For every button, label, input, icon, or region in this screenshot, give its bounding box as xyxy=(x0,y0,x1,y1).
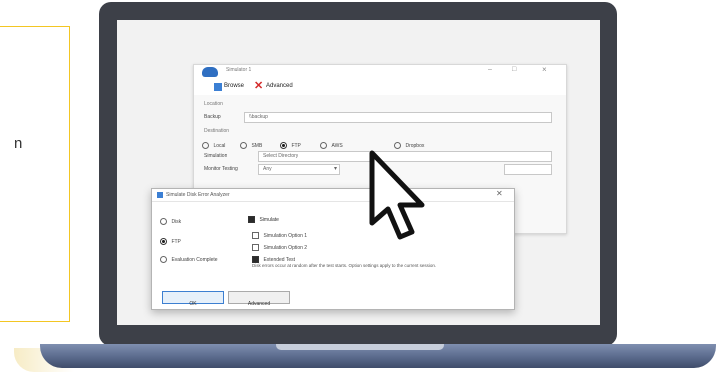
advanced-button[interactable]: Advanced xyxy=(266,83,293,89)
number-stepper[interactable] xyxy=(504,164,552,175)
radio-label: FTP xyxy=(291,142,301,149)
monitor-testing-dropdown[interactable]: Any ▾ xyxy=(258,164,340,175)
cancel-button-label: Advanced xyxy=(247,301,271,307)
minimize-button[interactable]: – xyxy=(488,66,492,73)
callout-box: n xyxy=(0,26,70,322)
monitor-testing-value: Any xyxy=(263,166,272,172)
dialog-close-button[interactable]: ✕ xyxy=(496,189,503,198)
cancel-button[interactable]: Advanced xyxy=(228,291,290,307)
laptop-hinge xyxy=(276,344,444,350)
location-section-label: Location xyxy=(204,101,223,107)
monitor-testing-label: Monitor Testing xyxy=(204,166,238,172)
dialog-option-label: FTP xyxy=(171,238,181,245)
browse-icon xyxy=(214,83,222,91)
dialog-app-icon xyxy=(157,192,163,198)
mouse-pointer-icon xyxy=(369,150,425,240)
browse-button[interactable]: Browse xyxy=(224,83,244,89)
maximize-button[interactable]: □ xyxy=(512,66,516,73)
dialog-title: Simulate Disk Error Analyzer xyxy=(166,192,230,198)
radio-label: AWS xyxy=(331,142,343,149)
dialog-option-disk[interactable]: Disk xyxy=(160,213,181,231)
radio-label: Local xyxy=(213,142,226,149)
backup-field[interactable]: \\backup xyxy=(244,112,552,123)
chevron-down-icon: ▾ xyxy=(333,166,337,172)
radio-icon xyxy=(160,218,167,226)
backup-window-titlebar: Simulator 1 – □ × xyxy=(194,65,566,79)
simulation-value: Select Directory xyxy=(263,153,299,159)
ok-button[interactable]: OK xyxy=(162,291,224,307)
radio-selected-icon xyxy=(280,142,287,150)
backup-field-label: Backup xyxy=(204,114,221,120)
radio-icon xyxy=(240,142,247,150)
ok-button-label: OK xyxy=(189,301,197,307)
dialog-option-evaluation[interactable]: Evaluation Complete xyxy=(160,251,218,269)
radio-icon xyxy=(320,142,327,150)
delete-x-icon: ✕ xyxy=(254,80,264,92)
dialog-right-option-label: Simulation Option 1 xyxy=(263,232,308,239)
radio-label: Dropbox xyxy=(405,142,425,149)
dialog-option-label: Disk xyxy=(171,218,182,225)
radio-icon xyxy=(202,142,209,150)
backup-toolbar: Browse ✕ Advanced xyxy=(194,79,566,95)
dialog-option-ftp[interactable]: FTP xyxy=(160,233,181,251)
laptop-screen: Simulator 1 – □ × Browse ✕ Advanced Loca… xyxy=(117,20,600,325)
radio-icon xyxy=(160,256,167,264)
checkbox-checked-icon xyxy=(248,216,255,224)
cloud-icon xyxy=(202,67,218,77)
close-button[interactable]: × xyxy=(542,65,547,74)
backup-field-value: \\backup xyxy=(249,114,268,120)
dialog-right-option-label: Simulation Option 2 xyxy=(263,244,308,251)
dialog-option-label: Evaluation Complete xyxy=(171,256,218,263)
simulation-label: Simulation xyxy=(204,153,228,159)
destination-label: Destination xyxy=(204,128,230,134)
dialog-titlebar: Simulate Disk Error Analyzer ✕ xyxy=(152,189,514,202)
dialog-right-option-label: Extended Test xyxy=(263,256,296,263)
radio-selected-icon xyxy=(160,238,167,246)
callout-text: n xyxy=(14,135,23,152)
dialog-description: Disk errors occur at random after the te… xyxy=(252,263,437,268)
simulate-dialog: Simulate Disk Error Analyzer ✕ Disk FTP … xyxy=(151,188,515,310)
window-title: Simulator 1 xyxy=(226,67,252,73)
dialog-right-header-label: Simulate xyxy=(259,216,279,223)
radio-label: SMB xyxy=(251,142,263,149)
